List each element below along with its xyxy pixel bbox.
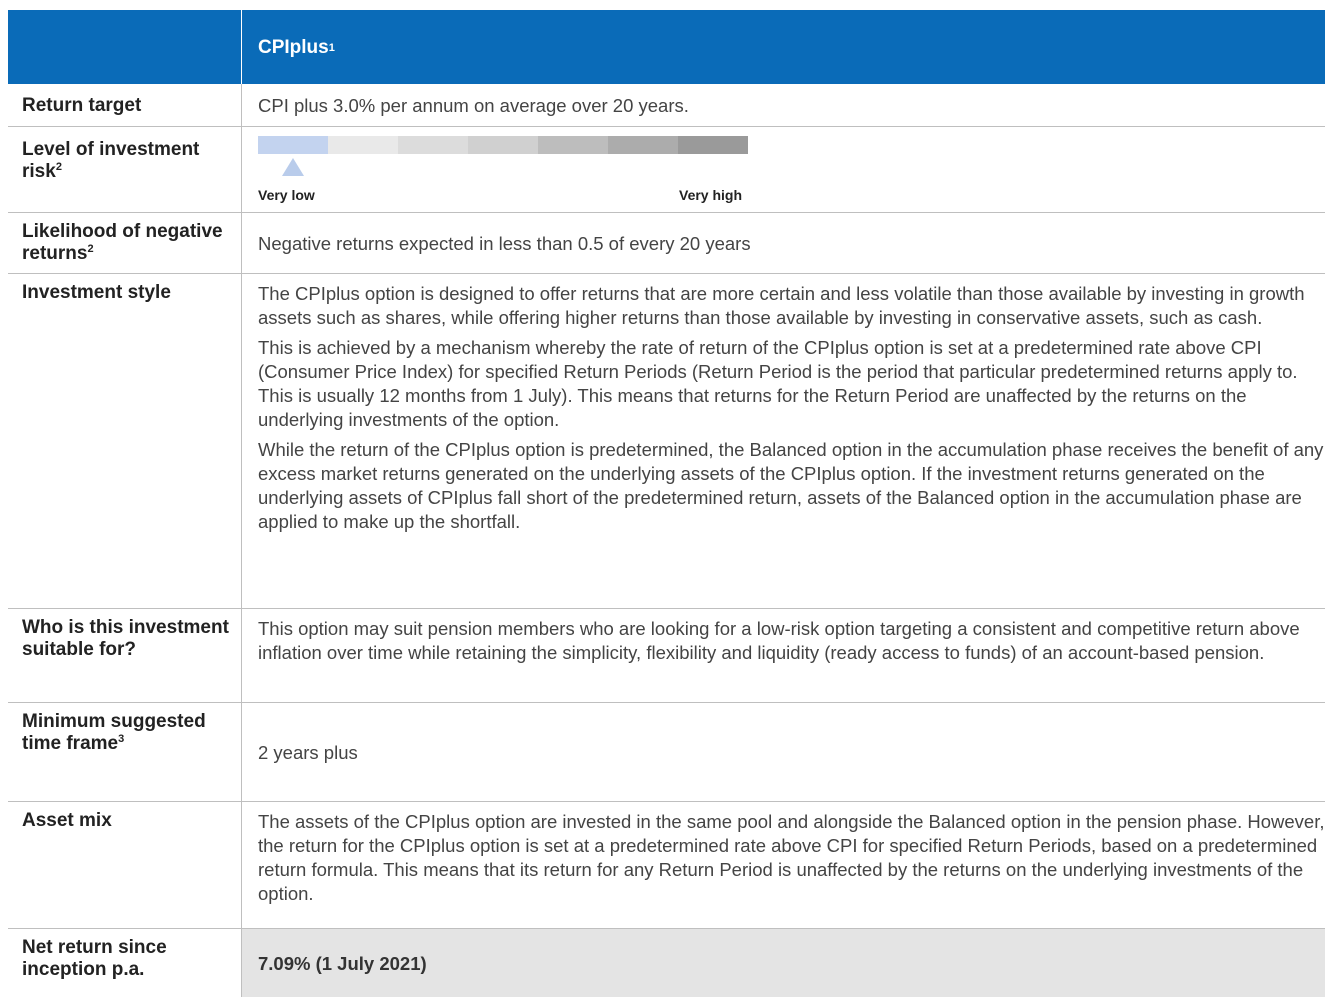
investment-style-label: Investment style bbox=[8, 274, 242, 608]
row-investment-style: Investment style The CPIplus option is d… bbox=[8, 274, 1325, 609]
investment-style-paragraph: This is achieved by a mechanism whereby … bbox=[258, 337, 1298, 430]
header-empty-cell bbox=[8, 10, 242, 84]
risk-segment bbox=[538, 136, 608, 154]
negative-returns-label-text: Likelihood of negative returns bbox=[22, 221, 223, 264]
row-asset-mix: Asset mix The assets of the CPIplus opti… bbox=[8, 802, 1325, 929]
risk-segment bbox=[608, 136, 678, 154]
investment-style-value: The CPIplus option is designed to offer … bbox=[242, 274, 1325, 608]
option-name-heading: CPIplus 1 bbox=[258, 37, 335, 58]
asset-mix-value: The assets of the CPIplus option are inv… bbox=[258, 811, 1325, 904]
investment-style-paragraph: The CPIplus option is designed to offer … bbox=[258, 283, 1305, 328]
return-target-label: Return target bbox=[8, 84, 242, 126]
risk-segment bbox=[678, 136, 748, 154]
option-name: CPIplus bbox=[258, 37, 329, 58]
table-header: CPIplus 1 bbox=[8, 10, 1325, 84]
risk-high-label: Very high bbox=[679, 187, 743, 203]
risk-scale: Very low Very high bbox=[258, 127, 1325, 206]
investment-style-paragraph: While the return of the CPIplus option i… bbox=[258, 439, 1324, 532]
risk-level-label-text: Level of investment risk bbox=[22, 139, 200, 182]
risk-level-footnote: 2 bbox=[55, 161, 62, 173]
negative-returns-value: Negative returns expected in less than 0… bbox=[258, 233, 751, 254]
risk-low-label: Very low bbox=[258, 187, 315, 203]
row-time-frame: Minimum suggested time frame3 2 years pl… bbox=[8, 703, 1325, 802]
risk-level-value: Very low Very high bbox=[242, 127, 1325, 212]
time-frame-label-text: Minimum suggested time frame bbox=[22, 711, 206, 754]
risk-scale-bar bbox=[258, 136, 748, 154]
time-frame-value: 2 years plus bbox=[258, 742, 358, 763]
net-return-value: 7.09% (1 July 2021) bbox=[242, 929, 1325, 997]
time-frame-footnote: 3 bbox=[118, 733, 125, 745]
asset-mix-label: Asset mix bbox=[8, 802, 242, 928]
risk-segment bbox=[398, 136, 468, 154]
negative-returns-footnote: 2 bbox=[87, 243, 94, 255]
row-risk-level: Level of investment risk2 Very low Very … bbox=[8, 127, 1325, 213]
risk-segment-selected bbox=[258, 136, 328, 154]
row-negative-returns: Likelihood of negative returns2 Negative… bbox=[8, 213, 1325, 274]
time-frame-label: Minimum suggested time frame3 bbox=[8, 703, 242, 801]
risk-marker-icon bbox=[282, 158, 304, 176]
suitability-label: Who is this investment suitable for? bbox=[8, 609, 242, 702]
negative-returns-label: Likelihood of negative returns2 bbox=[8, 213, 242, 273]
risk-level-label: Level of investment risk2 bbox=[8, 127, 242, 212]
risk-segment bbox=[328, 136, 398, 154]
suitability-value: This option may suit pension members who… bbox=[258, 618, 1300, 663]
risk-segment bbox=[468, 136, 538, 154]
net-return-label: Net return since inception p.a. bbox=[8, 929, 242, 997]
row-return-target: Return target CPI plus 3.0% per annum on… bbox=[8, 84, 1325, 127]
row-suitability: Who is this investment suitable for? Thi… bbox=[8, 609, 1325, 703]
return-target-value: CPI plus 3.0% per annum on average over … bbox=[258, 95, 689, 116]
investment-option-table: CPIplus 1 Return target CPI plus 3.0% per… bbox=[8, 10, 1325, 997]
row-net-return: Net return since inception p.a. 7.09% (1… bbox=[8, 929, 1325, 997]
